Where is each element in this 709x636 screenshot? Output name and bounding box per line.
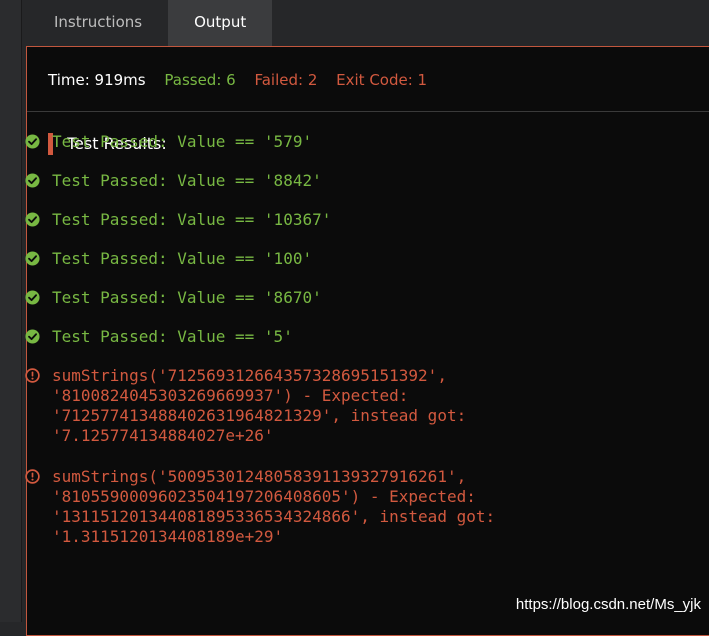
test-result-text: Test Passed: Value == '5' xyxy=(52,327,293,346)
test-result-text: Test Passed: Value == '8670' xyxy=(52,288,322,307)
tab-bar: Instructions Output xyxy=(28,0,273,46)
divider xyxy=(27,111,709,112)
test-result-text: Test Passed: Value == '579' xyxy=(52,132,313,151)
watermark: https://blog.csdn.net/Ms_yjk xyxy=(515,596,701,613)
left-panel-edge xyxy=(0,0,22,622)
passed-count: Passed: 6 xyxy=(164,71,236,89)
failure-message-line: sumStrings('712569312664357328695151392'… xyxy=(52,366,447,385)
tab-instructions[interactable]: Instructions xyxy=(28,0,168,46)
test-result-passed: Test Passed: Value == '8670' xyxy=(25,288,605,308)
failure-message-line: '131151201344081895336534324866', instea… xyxy=(52,507,496,526)
test-result-passed: Test Passed: Value == '10367' xyxy=(25,210,605,230)
run-stats: Time: 919ms Passed: 6 Failed: 2 Exit Cod… xyxy=(48,71,441,89)
test-result-passed: Test Passed: Value == '8842' xyxy=(25,171,605,191)
failure-message-line: '712577413488402631964821329', instead g… xyxy=(52,406,467,425)
test-result-passed: Test Passed: Value == '100' xyxy=(25,249,605,269)
tab-output[interactable]: Output xyxy=(168,0,273,46)
failure-message-line: sumStrings('5009530124805839113932791626… xyxy=(52,467,467,486)
test-result-failed: sumStrings('712569312664357328695151392'… xyxy=(25,366,605,446)
test-result-text: Test Passed: Value == '8842' xyxy=(52,171,322,190)
test-result-failed: sumStrings('5009530124805839113932791626… xyxy=(25,467,605,547)
test-result-text: Test Passed: Value == '100' xyxy=(52,249,313,268)
test-result-passed: Test Passed: Value == '579' xyxy=(25,132,605,152)
test-result-text: Test Passed: Value == '10367' xyxy=(52,210,332,229)
time-stat: Time: 919ms xyxy=(48,71,146,89)
test-results-list: Test Passed: Value == '579' Test Passed: … xyxy=(25,132,605,568)
exit-code: Exit Code: 1 xyxy=(336,71,428,89)
test-result-passed: Test Passed: Value == '5' xyxy=(25,327,605,347)
failed-count: Failed: 2 xyxy=(254,71,318,89)
failure-message-line: '81055900096023504197206408605') - Expec… xyxy=(52,487,476,506)
failure-message-line: '1.3115120134408189e+29' xyxy=(52,527,284,546)
failure-message-line: '7.125774134884027e+26' xyxy=(52,426,274,445)
failure-message-line: '8100824045303269669937') - Expected: xyxy=(52,386,409,405)
